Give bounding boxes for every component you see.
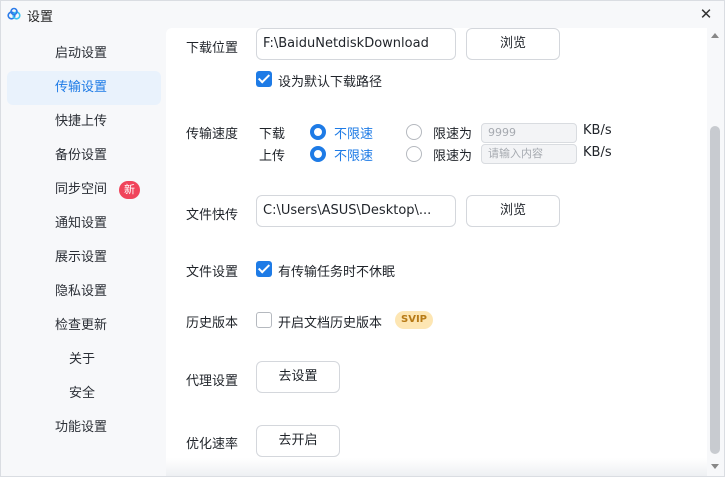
sidebar-item-label: 通知设置 bbox=[55, 216, 108, 231]
upload-limit-input[interactable]: 请输入内容 bbox=[481, 144, 577, 164]
quick-transfer-path-field[interactable]: C:\Users\ASUS\Desktop\... bbox=[256, 195, 456, 227]
history-version-label: 历史版本 bbox=[186, 316, 239, 331]
sidebar-item-label: 功能设置 bbox=[55, 420, 108, 435]
sidebar-item-notification[interactable]: 通知设置 bbox=[7, 207, 161, 241]
scroll-down-arrow-icon[interactable] bbox=[711, 464, 719, 469]
download-limit-input[interactable]: 9999 bbox=[481, 123, 577, 143]
sidebar-item-sync-space[interactable]: 同步空间 新 bbox=[7, 173, 161, 207]
quick-transfer-browse-button[interactable]: 浏览 bbox=[466, 195, 560, 227]
sidebar-item-features[interactable]: 功能设置 bbox=[7, 411, 161, 445]
sidebar-item-label: 隐私设置 bbox=[55, 284, 108, 299]
no-sleep-label: 有传输任务时不休眠 bbox=[278, 265, 396, 280]
file-settings-label: 文件设置 bbox=[186, 265, 239, 280]
sidebar-item-label: 备份设置 bbox=[55, 148, 108, 163]
download-location-label: 下载位置 bbox=[186, 41, 239, 56]
sidebar-item-backup[interactable]: 备份设置 bbox=[7, 139, 161, 173]
proxy-settings-button[interactable]: 去设置 bbox=[256, 361, 340, 393]
sidebar-item-label: 展示设置 bbox=[55, 250, 108, 265]
baidu-netdisk-logo-icon bbox=[7, 7, 21, 20]
scroll-thumb[interactable] bbox=[710, 126, 720, 454]
bottom-fade bbox=[166, 458, 707, 476]
upload-limit-label: 限速为 bbox=[433, 149, 473, 164]
sidebar-item-transfer[interactable]: 传输设置 bbox=[7, 71, 161, 105]
sidebar: 启动设置 传输设置 快捷上传 备份设置 同步空间 新 通知设置 展示设置 隐私设… bbox=[1, 28, 166, 476]
close-icon[interactable]: ✕ bbox=[696, 4, 716, 24]
file-quick-transfer-label: 文件快传 bbox=[186, 208, 239, 223]
transfer-speed-label: 传输速度 bbox=[186, 127, 239, 142]
upload-unlimited-label: 不限速 bbox=[334, 149, 374, 164]
sidebar-item-label: 传输设置 bbox=[55, 80, 108, 95]
download-path-field[interactable]: F:\BaiduNetdiskDownload bbox=[256, 28, 456, 60]
download-unlimited-radio[interactable] bbox=[310, 124, 326, 140]
upload-speed-label: 上传 bbox=[259, 149, 286, 164]
download-limit-radio[interactable] bbox=[406, 124, 422, 140]
settings-content: 下载位置 F:\BaiduNetdiskDownload 浏览 设为默认下载路径… bbox=[166, 28, 707, 476]
history-version-enable-label: 开启文档历史版本 bbox=[278, 316, 383, 331]
svip-badge: SVIP bbox=[395, 311, 433, 329]
sidebar-item-label: 同步空间 bbox=[55, 182, 108, 197]
sidebar-item-label: 启动设置 bbox=[55, 46, 108, 61]
default-path-checkbox[interactable] bbox=[256, 71, 272, 87]
download-unlimited-label: 不限速 bbox=[334, 127, 374, 142]
settings-window: 设置 ✕ 启动设置 传输设置 快捷上传 备份设置 同步空间 新 通知设置 展示设… bbox=[0, 0, 725, 477]
upload-unit-label: KB/s bbox=[583, 145, 612, 160]
window-title: 设置 bbox=[27, 10, 54, 25]
optimize-speed-button[interactable]: 去开启 bbox=[256, 425, 340, 457]
download-browse-button[interactable]: 浏览 bbox=[466, 28, 560, 60]
upload-limit-radio[interactable] bbox=[406, 146, 422, 162]
default-path-label: 设为默认下载路径 bbox=[278, 75, 383, 90]
optimize-speed-label: 优化速率 bbox=[186, 437, 239, 452]
sidebar-item-security[interactable]: 安全 bbox=[7, 377, 161, 411]
sidebar-item-privacy[interactable]: 隐私设置 bbox=[7, 275, 161, 309]
sidebar-item-check-update[interactable]: 检查更新 bbox=[7, 309, 161, 343]
sidebar-item-label: 安全 bbox=[69, 386, 96, 401]
sidebar-item-label: 检查更新 bbox=[55, 318, 108, 333]
download-limit-label: 限速为 bbox=[433, 127, 473, 142]
sidebar-item-about[interactable]: 关于 bbox=[7, 343, 161, 377]
vertical-scrollbar[interactable] bbox=[707, 28, 724, 476]
sidebar-item-label: 快捷上传 bbox=[55, 114, 108, 129]
no-sleep-checkbox[interactable] bbox=[256, 261, 272, 277]
new-badge: 新 bbox=[119, 181, 140, 199]
download-unit-label: KB/s bbox=[583, 123, 612, 138]
sidebar-item-label: 关于 bbox=[69, 352, 96, 367]
sidebar-item-display[interactable]: 展示设置 bbox=[7, 241, 161, 275]
history-version-checkbox[interactable] bbox=[256, 312, 272, 328]
sidebar-item-quick-upload[interactable]: 快捷上传 bbox=[7, 105, 161, 139]
upload-unlimited-radio[interactable] bbox=[310, 146, 326, 162]
title-bar: 设置 ✕ bbox=[1, 1, 724, 28]
scroll-up-arrow-icon[interactable] bbox=[711, 33, 719, 38]
download-speed-label: 下载 bbox=[259, 127, 286, 142]
proxy-settings-label: 代理设置 bbox=[186, 374, 239, 389]
sidebar-item-startup[interactable]: 启动设置 bbox=[7, 37, 161, 71]
